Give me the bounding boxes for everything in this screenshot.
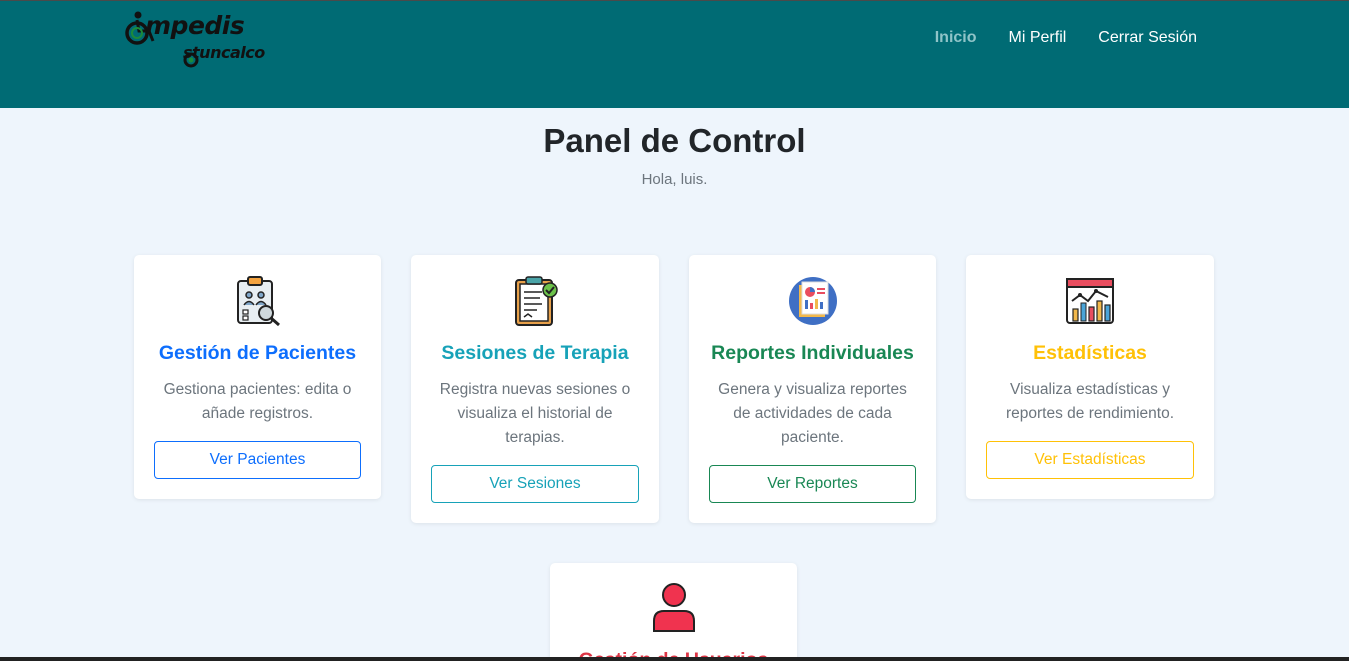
ver-pacientes-button[interactable]: Ver Pacientes (154, 441, 361, 479)
ver-estadisticas-button[interactable]: Ver Estadísticas (986, 441, 1194, 479)
brand-logo[interactable]: mpedis stuncalco (123, 5, 268, 69)
card-gestion-pacientes: Gestión de Pacientes Gestiona pacientes:… (134, 255, 381, 499)
card-reportes-individuales: Reportes Individuales Genera y visualiza… (689, 255, 936, 523)
card-gestion-usuarios: Gestión de Usuarios (550, 563, 797, 661)
card-title: Gestión de Pacientes (158, 342, 357, 364)
greeting-text: Hola, luis. (641, 171, 708, 188)
card-description: Gestiona pacientes: edita o añade regist… (163, 381, 352, 422)
clipboard-patients-icon (236, 276, 280, 327)
nav-link-inicio[interactable]: Inicio (919, 28, 993, 48)
page-title: Panel de Control (543, 122, 806, 159)
nav-menu: Inicio Mi Perfil Cerrar Sesión (919, 28, 1213, 48)
checklist-icon (515, 276, 558, 326)
brand-name: mpedis (145, 11, 245, 40)
nav-link-mi-perfil[interactable]: Mi Perfil (993, 28, 1083, 48)
card-title: Estadísticas (1033, 342, 1147, 364)
card-title: Sesiones de Terapia (441, 342, 629, 364)
card-title: Reportes Individuales (711, 342, 914, 364)
card-description: Registra nuevas sesiones o visualiza el … (439, 381, 631, 446)
user-icon (652, 583, 695, 632)
card-sesiones-terapia: Sesiones de Terapia Registra nuevas sesi… (411, 255, 659, 523)
nav-link-cerrar-sesion[interactable]: Cerrar Sesión (1082, 28, 1213, 48)
ver-reportes-button[interactable]: Ver Reportes (709, 465, 916, 503)
window-bottom-border (0, 657, 1349, 661)
statistics-chart-icon (1066, 278, 1114, 324)
ver-sesiones-button[interactable]: Ver Sesiones (431, 465, 639, 503)
brand-location: stuncalco (183, 43, 265, 62)
card-description: Genera y visualiza reportes de actividad… (718, 381, 907, 446)
navbar: mpedis stuncalco Inicio Mi Perfil Cerrar… (0, 1, 1349, 108)
report-icon (788, 277, 837, 325)
card-description: Visualiza estadísticas y reportes de ren… (1005, 381, 1174, 422)
card-estadisticas: Estadísticas Visualiza estadísticas y re… (966, 255, 1214, 499)
